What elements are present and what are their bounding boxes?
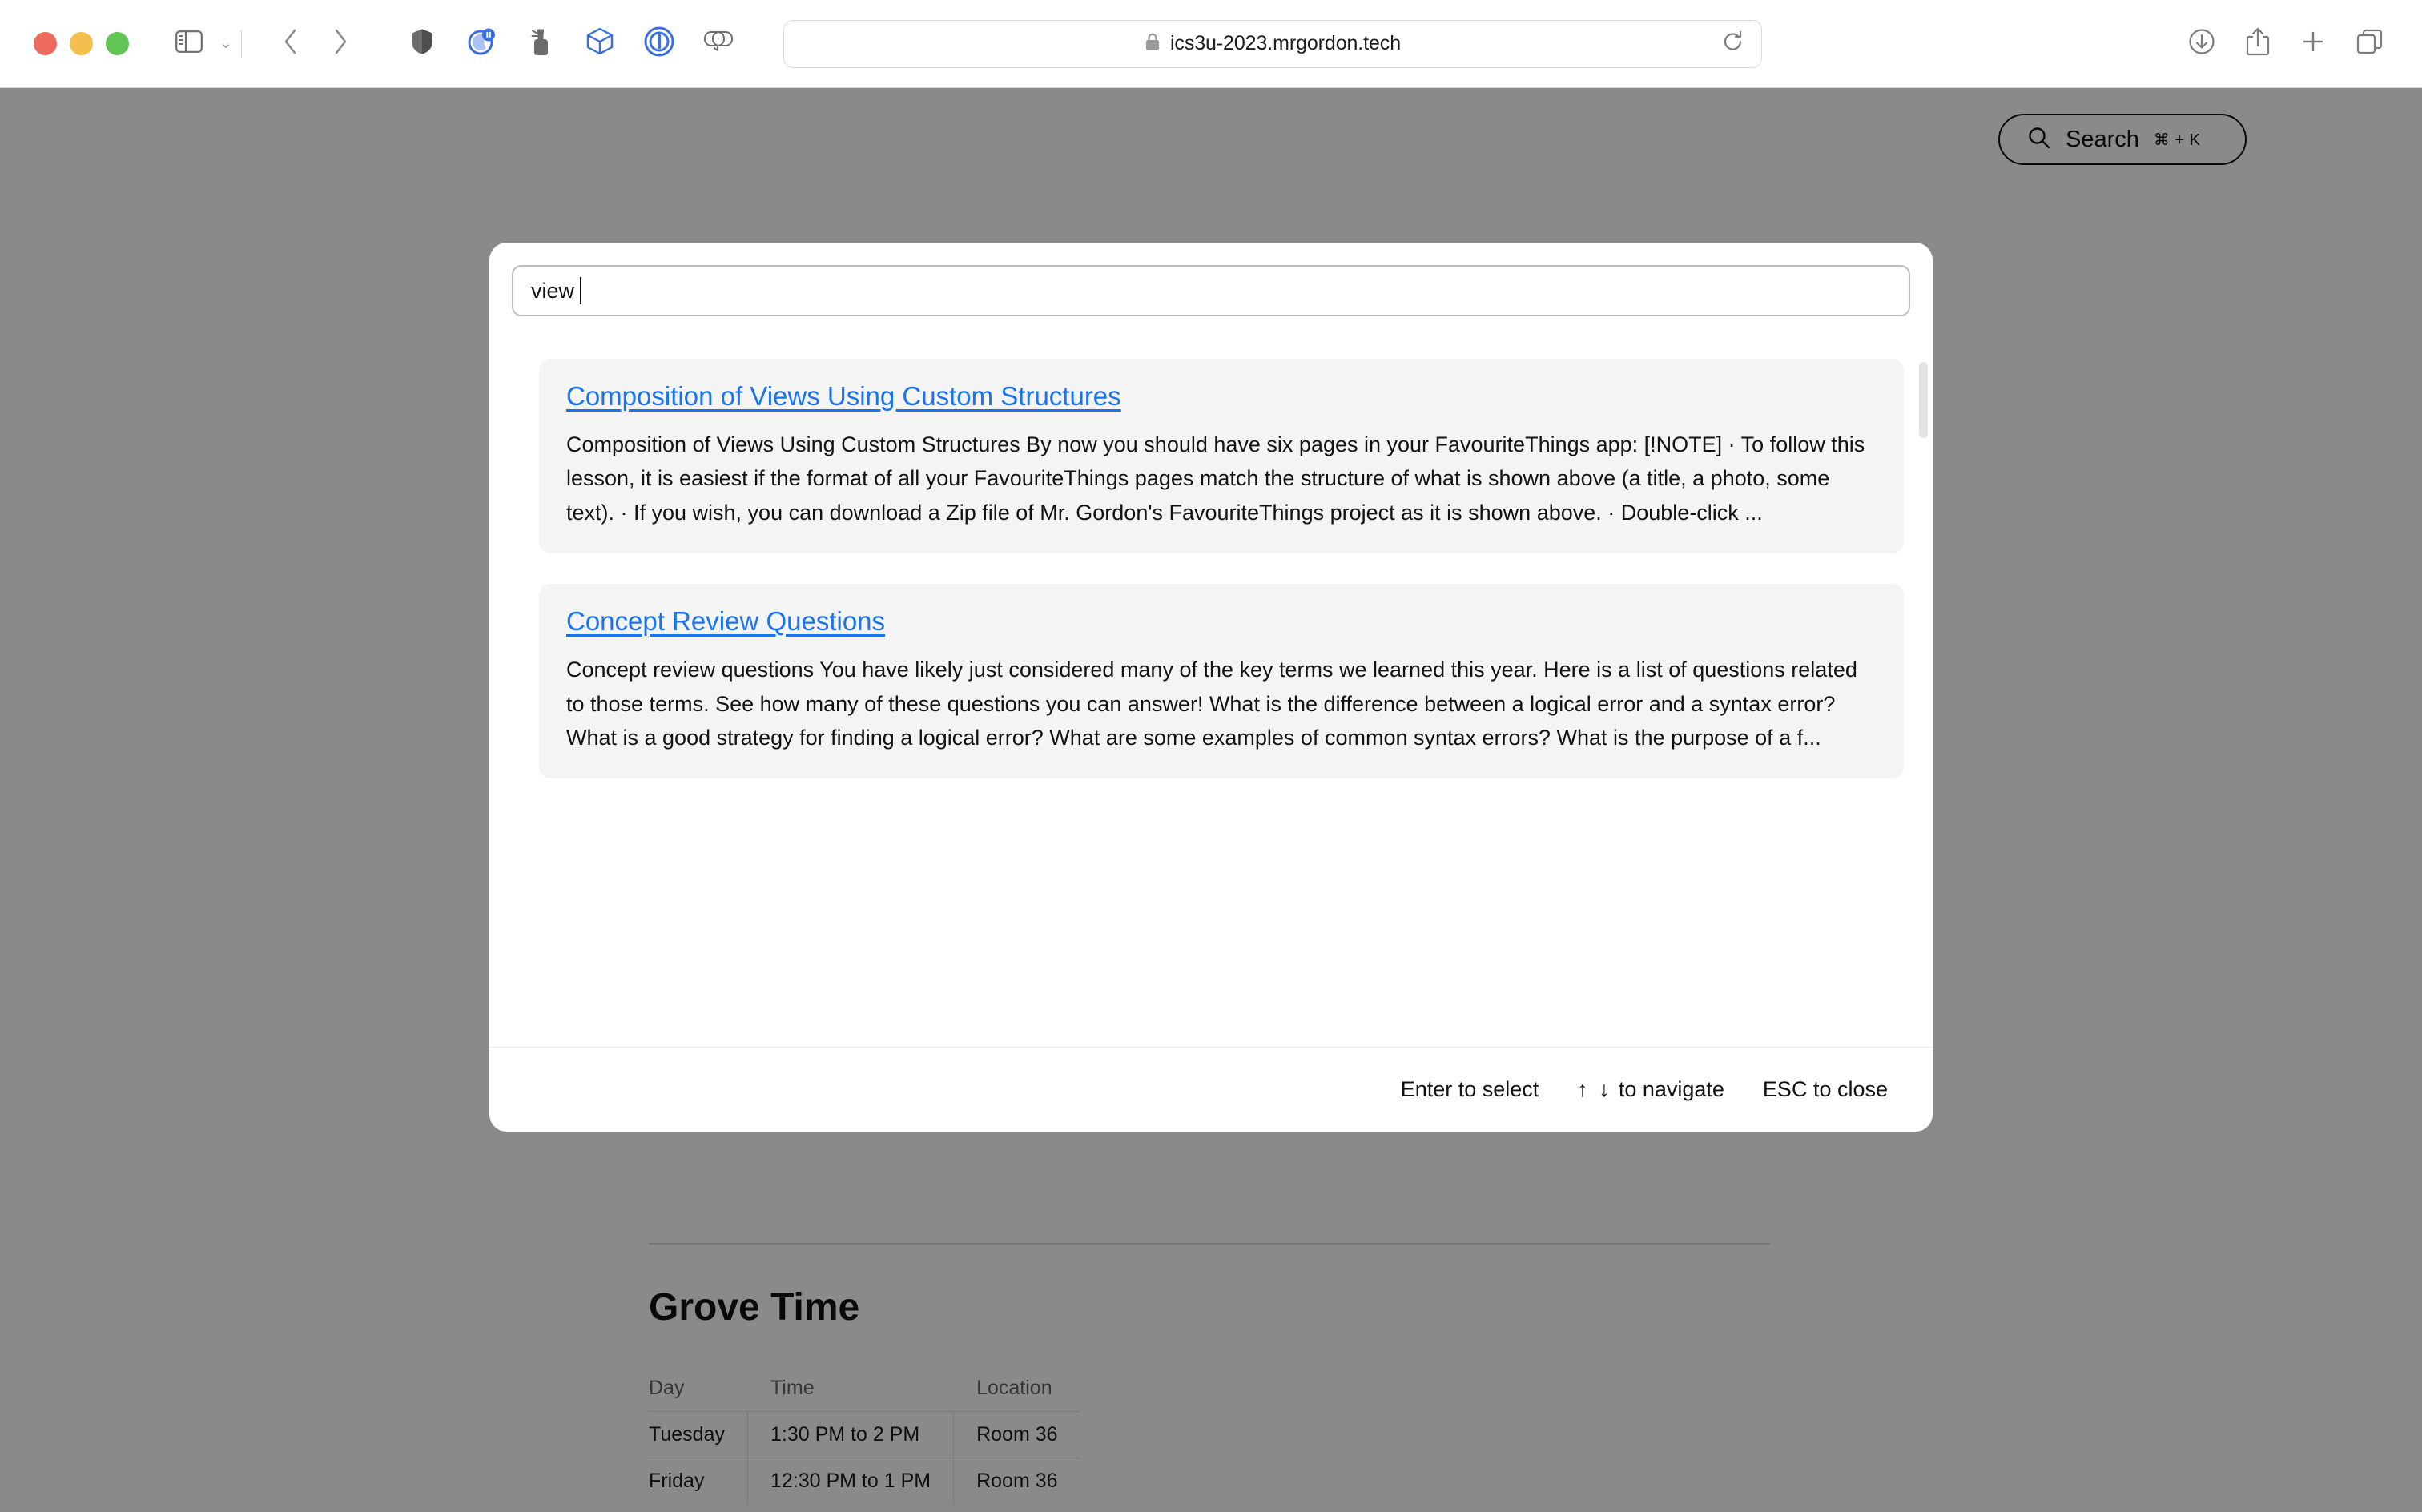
sidebar-controls: ⌄ (164, 19, 238, 69)
browser-toolbar: ⌄ ics3u-2023.mrgordon.tech (0, 0, 2422, 88)
forward-button[interactable] (316, 19, 365, 69)
tabs-icon (2356, 29, 2384, 58)
chevron-down-icon: ⌄ (219, 35, 232, 52)
shield-extension-button[interactable] (397, 19, 447, 69)
download-icon (2188, 29, 2215, 58)
page-viewport: Search ⌘ + K Grade 11 Introduction to Co… (0, 88, 2422, 1512)
maximize-window-button[interactable] (106, 32, 129, 55)
minimize-window-button[interactable] (70, 32, 93, 55)
search-result-title[interactable]: Concept Review Questions (566, 606, 885, 637)
navigation-buttons (266, 19, 365, 69)
search-input-container: view (489, 243, 1933, 316)
search-result-item[interactable]: Composition of Views Using Custom Struct… (539, 359, 1904, 554)
dark-mode-extension-button[interactable] (457, 19, 506, 69)
reload-button[interactable] (1723, 30, 1744, 57)
share-button[interactable] (2246, 27, 2270, 60)
translate-extension-button[interactable] (694, 19, 743, 69)
tab-overview-button[interactable] (2356, 28, 2384, 59)
cube-extension-button[interactable] (575, 19, 625, 69)
hint-esc-label: ESC to close (1762, 1077, 1888, 1101)
search-results-list[interactable]: Composition of Views Using Custom Struct… (489, 359, 1933, 1047)
speech-bubble-icon (703, 29, 734, 58)
window-traffic-lights (34, 32, 129, 55)
search-input-value: view (531, 278, 575, 303)
address-bar-content: ics3u-2023.mrgordon.tech (784, 32, 1761, 56)
moon-pause-icon (467, 27, 496, 60)
browser-toolbar-right (2188, 27, 2384, 60)
blocker-extension-button[interactable] (634, 19, 684, 69)
search-modal-footer: Enter to select ↑ ↓ to navigate ESC to c… (489, 1047, 1933, 1132)
spray-bottle-icon (530, 26, 551, 61)
cube-icon (586, 27, 614, 60)
search-result-snippet: Composition of Views Using Custom Struct… (566, 432, 1865, 525)
search-modal: view Composition of Views Using Custom S… (489, 243, 1933, 1132)
hint-arrows-to-navigate: ↑ ↓ to navigate (1577, 1077, 1724, 1102)
text-caret (580, 277, 582, 304)
address-bar-url: ics3u-2023.mrgordon.tech (1169, 32, 1402, 54)
search-input[interactable]: view (512, 265, 1910, 316)
search-result-snippet: Concept review questions You have likely… (566, 657, 1857, 750)
cleaner-extension-button[interactable] (516, 19, 565, 69)
address-bar[interactable]: ics3u-2023.mrgordon.tech (783, 19, 1762, 68)
downloads-button[interactable] (2188, 28, 2215, 59)
share-icon (2246, 27, 2270, 59)
hint-esc-to-close: ESC to close (1763, 1077, 1888, 1102)
arrow-keys-icon: ↑ ↓ (1577, 1077, 1612, 1101)
page-content: Search ⌘ + K Grade 11 Introduction to Co… (0, 88, 2422, 1512)
close-window-button[interactable] (34, 32, 57, 55)
search-result-item[interactable]: Concept Review Questions Concept review … (539, 584, 1904, 779)
plus-icon (2300, 31, 2326, 58)
sidebar-toggle-button[interactable] (164, 19, 214, 69)
hint-enter-label: Enter to select (1400, 1077, 1539, 1101)
shield-icon (410, 28, 434, 59)
sidebar-icon (175, 30, 203, 57)
new-tab-button[interactable] (2300, 29, 2326, 58)
hint-enter-to-select: Enter to select (1401, 1077, 1539, 1102)
circle-bar-icon (644, 26, 674, 61)
lock-icon (1145, 32, 1161, 56)
results-scrollbar-thumb[interactable] (1919, 362, 1928, 438)
toolbar-divider (241, 30, 242, 58)
hint-navigate-label: to navigate (1618, 1077, 1724, 1101)
back-button[interactable] (266, 19, 316, 69)
search-result-title[interactable]: Composition of Views Using Custom Struct… (566, 381, 1121, 412)
chevron-right-icon (332, 28, 348, 59)
browser-extensions (397, 19, 743, 69)
chevron-left-icon (283, 28, 299, 59)
sidebar-dropdown-button[interactable]: ⌄ (214, 19, 238, 69)
